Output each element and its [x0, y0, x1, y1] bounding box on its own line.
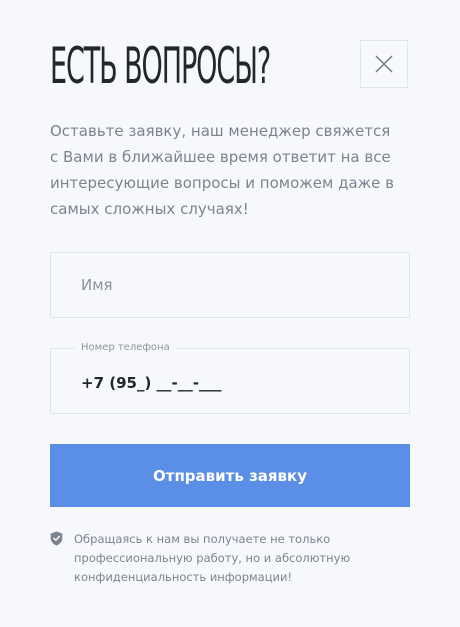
close-icon — [375, 55, 393, 73]
submit-button[interactable]: Отправить заявку — [50, 444, 410, 507]
name-field — [50, 252, 410, 318]
request-modal: ЕСТЬ ВОПРОСЫ? Оставьте заявку, наш менед… — [0, 0, 460, 627]
privacy-notice: Обращаясь к нам вы получаете не только п… — [50, 530, 410, 587]
phone-field: Номер телефона — [50, 342, 410, 414]
close-button[interactable] — [360, 40, 408, 88]
modal-title: ЕСТЬ ВОПРОСЫ? — [50, 37, 271, 95]
modal-description: Оставьте заявку, наш менеджер свяжется с… — [50, 122, 395, 218]
shield-check-icon — [50, 531, 63, 546]
phone-input[interactable] — [51, 349, 409, 413]
phone-field-label: Номер телефона — [75, 342, 176, 354]
privacy-notice-text: Обращаясь к нам вы получаете не только п… — [74, 532, 351, 584]
name-input[interactable] — [51, 253, 409, 317]
